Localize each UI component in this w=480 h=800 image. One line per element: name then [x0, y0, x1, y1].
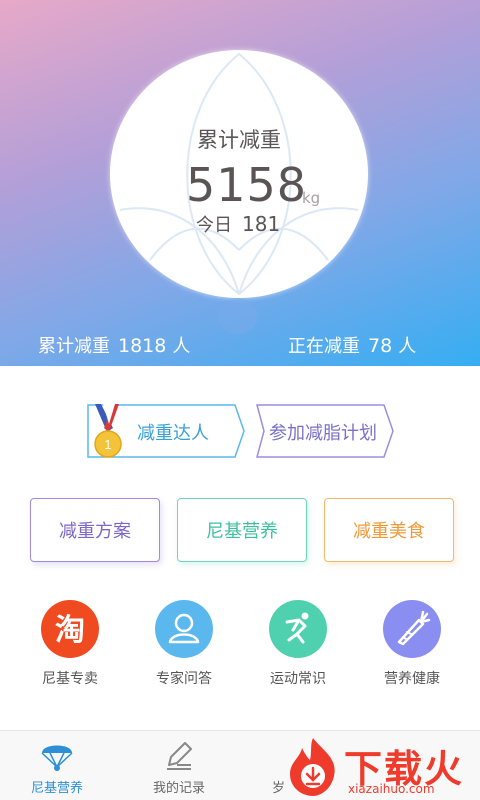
join-plan-label: 参加减脂计划: [269, 423, 377, 444]
nutrition-button[interactable]: 尼基营养: [177, 498, 307, 562]
master-label: 减重达人: [137, 423, 209, 444]
category-label: 尼基专卖: [42, 671, 98, 687]
stat-left-unit: 人: [172, 336, 191, 357]
today-value: 181: [242, 212, 281, 236]
category-label: 专家问答: [156, 671, 212, 687]
taobao-icon: 淘: [41, 600, 99, 658]
weight-loss-card[interactable]: 累计减重 5158 kg 今日 181: [110, 50, 368, 298]
category-exercise[interactable]: 运动常识: [253, 600, 343, 688]
stat-right-label: 正在减重: [288, 336, 360, 357]
stat-left-value: 1818: [118, 335, 167, 357]
medal-icon: 1: [94, 404, 122, 458]
medal-rank: 1: [104, 437, 111, 452]
tab-home[interactable]: 尼基营养: [2, 737, 112, 796]
tab-home-label: 尼基营养: [30, 781, 83, 796]
weight-loss-plan-button[interactable]: 减重方案: [30, 498, 160, 562]
unit-label: kg: [302, 189, 321, 207]
user-icon: [155, 600, 213, 658]
category-shop[interactable]: 淘 尼基专卖: [25, 600, 115, 688]
watermark-logo: 下载火 xiazaihuo.com: [282, 736, 480, 800]
runner-icon: [269, 600, 327, 658]
parachute-icon: [39, 737, 75, 773]
tab-records-label: 我的记录: [152, 781, 205, 796]
svg-text:淘: 淘: [55, 613, 85, 648]
stat-total-people: 累计减重 1818 人: [38, 332, 190, 358]
diet-food-button[interactable]: 减重美食: [324, 498, 454, 562]
flame-logo-icon: [290, 738, 335, 796]
category-label: 营养健康: [384, 671, 440, 687]
watermark-sub: xiazaihuo.com: [348, 782, 435, 796]
stat-right-value: 78: [368, 335, 393, 357]
circle-indicator-dot: [218, 298, 258, 334]
stat-active-people: 正在减重 78 人: [288, 332, 416, 358]
category-label: 运动常识: [270, 671, 326, 687]
today-loss: 今日 181: [196, 211, 280, 237]
join-plan-tag[interactable]: 参加减脂计划: [256, 404, 394, 458]
category-expert-qa[interactable]: 专家问答: [139, 600, 229, 688]
total-loss-title: 累计减重: [197, 128, 281, 152]
category-health[interactable]: 营养健康: [367, 600, 457, 688]
tab-records[interactable]: 我的记录: [124, 737, 234, 796]
pencil-edit-icon: [161, 737, 197, 773]
stat-right-unit: 人: [398, 336, 417, 357]
hero-banner: 累计减重 5158 kg 今日 181 累计减重 1818 人 正在减重 78 人: [0, 0, 480, 366]
stat-left-label: 累计减重: [38, 336, 110, 357]
carrot-icon: [383, 600, 441, 658]
today-label: 今日: [196, 215, 232, 236]
total-loss-value: 5158: [186, 158, 308, 212]
weight-loss-master-tag[interactable]: 1 减重达人: [87, 404, 245, 458]
